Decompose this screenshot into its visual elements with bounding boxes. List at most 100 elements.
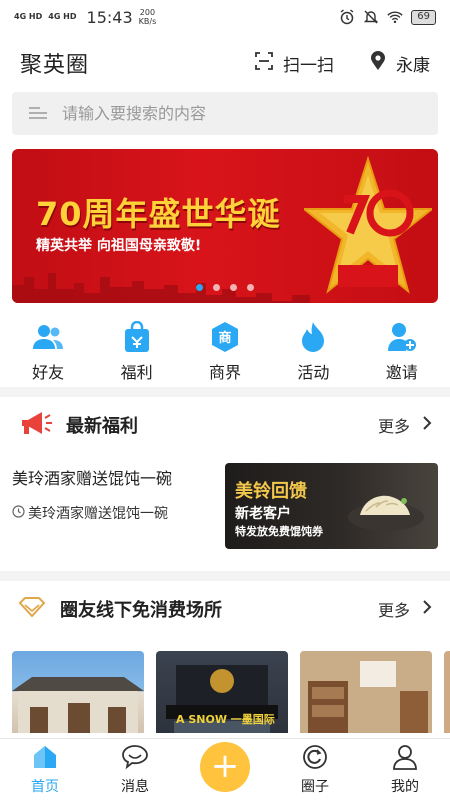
place-card[interactable] xyxy=(444,651,450,733)
scan-label: 扫一扫 xyxy=(283,55,334,76)
places-title-text: 圈友线下免消费场所 xyxy=(60,600,222,621)
category-friends[interactable]: 好友 xyxy=(13,321,83,387)
chevron-right-icon xyxy=(422,415,432,435)
place-card[interactable] xyxy=(300,651,432,733)
home-icon xyxy=(32,744,58,774)
welfare-item-text: 美玲酒家赠送馄饨一碗 美玲酒家赠送馄饨一碗 xyxy=(12,463,172,559)
section-divider xyxy=(0,571,450,581)
tea-house-photo xyxy=(300,651,432,733)
diamond-icon xyxy=(18,596,46,623)
status-left: 4G HD 4G HD 15:43 200 KB/s xyxy=(14,8,156,27)
category-business[interactable]: 商 商界 xyxy=(190,321,260,387)
carousel-dot[interactable] xyxy=(213,284,220,291)
tab-label: 首页 xyxy=(31,779,59,795)
places-more-link[interactable]: 更多 xyxy=(378,597,432,621)
welfare-image-caption: 特发放免费馄饨券 xyxy=(235,525,323,538)
tab-messages[interactable]: 消息 xyxy=(100,744,170,796)
welfare-image-headline: 美铃回馈 xyxy=(235,481,307,502)
location-button[interactable]: 永康 xyxy=(370,50,430,76)
welfare-item-title: 美玲酒家赠送馄饨一碗 xyxy=(12,469,173,488)
welfare-more-link[interactable]: 更多 xyxy=(378,413,432,437)
places-section-header: 圈友线下免消费场所 更多 xyxy=(0,581,450,637)
search-bar[interactable] xyxy=(12,92,438,135)
tab-circle[interactable]: 圈子 xyxy=(280,744,350,796)
invite-user-icon xyxy=(386,321,418,353)
places-carousel[interactable]: A SNOW 一墨国际 xyxy=(0,637,450,733)
place-card[interactable] xyxy=(12,651,144,733)
friends-icon xyxy=(32,321,64,353)
more-label: 更多 xyxy=(377,601,410,620)
status-right: 69 xyxy=(339,9,436,25)
storefront-sign: A SNOW 一墨国际 xyxy=(176,713,275,726)
category-welfare[interactable]: 福利 xyxy=(102,321,172,387)
carousel-indicators xyxy=(196,284,254,291)
carousel-dot[interactable] xyxy=(230,284,237,291)
welfare-item-image[interactable]: 美铃回馈 新老客户 特发放免费馄饨券 xyxy=(225,463,438,549)
welfare-section-header: 最新福利 更多 xyxy=(0,397,450,453)
tab-label: 我的 xyxy=(391,779,419,795)
category-invite[interactable]: 邀请 xyxy=(367,321,437,387)
category-label: 邀请 xyxy=(385,363,418,382)
carousel-dot[interactable] xyxy=(247,284,254,291)
city-skyline-graphic xyxy=(12,273,310,303)
promo-banner[interactable]: 70周年盛世华诞 精英共举 向祖国母亲致敬! xyxy=(12,149,438,303)
wifi-icon xyxy=(387,9,403,25)
network-speed-unit: KB/s xyxy=(138,17,157,26)
circle-icon xyxy=(302,744,328,774)
network-indicator-2: 4G HD xyxy=(48,12,77,21)
search-input[interactable] xyxy=(62,104,422,123)
gift-bag-icon xyxy=(121,321,153,353)
profile-icon xyxy=(392,744,418,774)
app-header: 聚英圈 扫一扫 永康 xyxy=(0,34,450,92)
app-logo: 聚英圈 xyxy=(20,53,90,78)
status-bar: 4G HD 4G HD 15:43 200 KB/s 69 xyxy=(0,0,450,34)
category-label: 福利 xyxy=(120,363,153,382)
welfare-title-text: 最新福利 xyxy=(66,416,138,437)
tab-home[interactable]: 首页 xyxy=(10,744,80,796)
bottom-tab-bar: 首页 消息 + 圈子 我的 xyxy=(0,738,450,800)
tab-create[interactable]: + xyxy=(190,742,260,796)
header-actions: 扫一扫 永康 xyxy=(255,50,430,76)
clock-icon xyxy=(12,504,25,522)
network-speed-value: 200 xyxy=(139,8,156,17)
mute-bell-icon xyxy=(363,9,379,25)
network-indicator-1: 4G HD xyxy=(14,12,43,21)
location-label: 永康 xyxy=(396,55,430,76)
clock: 15:43 xyxy=(86,7,133,27)
banner-title: 70周年盛世华诞 xyxy=(36,195,281,233)
megaphone-icon xyxy=(18,410,52,441)
message-icon xyxy=(121,744,149,774)
alarm-icon xyxy=(339,9,355,25)
welfare-section-title: 最新福利 xyxy=(18,410,138,441)
category-label: 好友 xyxy=(32,363,65,382)
category-activity[interactable]: 活动 xyxy=(278,321,348,387)
scan-button[interactable]: 扫一扫 xyxy=(255,51,334,76)
category-label: 活动 xyxy=(297,363,330,382)
welfare-item-shop: 美玲酒家赠送馄饨一碗 xyxy=(12,503,172,523)
scan-icon xyxy=(255,51,273,75)
tab-label: 消息 xyxy=(121,779,149,795)
category-label: 商界 xyxy=(208,363,241,382)
tab-profile[interactable]: 我的 xyxy=(370,744,440,796)
section-divider xyxy=(0,387,450,397)
tab-label: 圈子 xyxy=(301,779,329,795)
places-section-title: 圈友线下免消费场所 xyxy=(18,596,222,623)
chevron-right-icon xyxy=(422,599,432,619)
carousel-dot[interactable] xyxy=(196,284,203,291)
plus-icon[interactable]: + xyxy=(200,742,250,792)
business-icon: 商 xyxy=(209,321,241,353)
welfare-item-shop-text: 美玲酒家赠送馄饨一碗 xyxy=(28,506,168,522)
dumpling-graphic xyxy=(348,495,424,531)
banner-subtitle: 精英共举 向祖国母亲致敬! xyxy=(36,238,202,254)
more-label: 更多 xyxy=(377,417,410,436)
welfare-image-subline: 新老客户 xyxy=(235,506,291,522)
flame-icon xyxy=(297,321,329,353)
anniversary-star-emblem xyxy=(304,155,432,294)
location-pin-icon xyxy=(370,50,386,76)
welfare-item[interactable]: 美玲酒家赠送馄饨一碗 美玲酒家赠送馄饨一碗 美铃回馈 新老客户 特发放免费馄饨券 xyxy=(0,453,450,559)
place-card[interactable]: A SNOW 一墨国际 xyxy=(156,651,288,733)
menu-lines-icon xyxy=(28,104,48,123)
battery-indicator: 69 xyxy=(411,9,436,25)
svg-text:商: 商 xyxy=(218,330,231,346)
building-photo xyxy=(12,677,144,733)
